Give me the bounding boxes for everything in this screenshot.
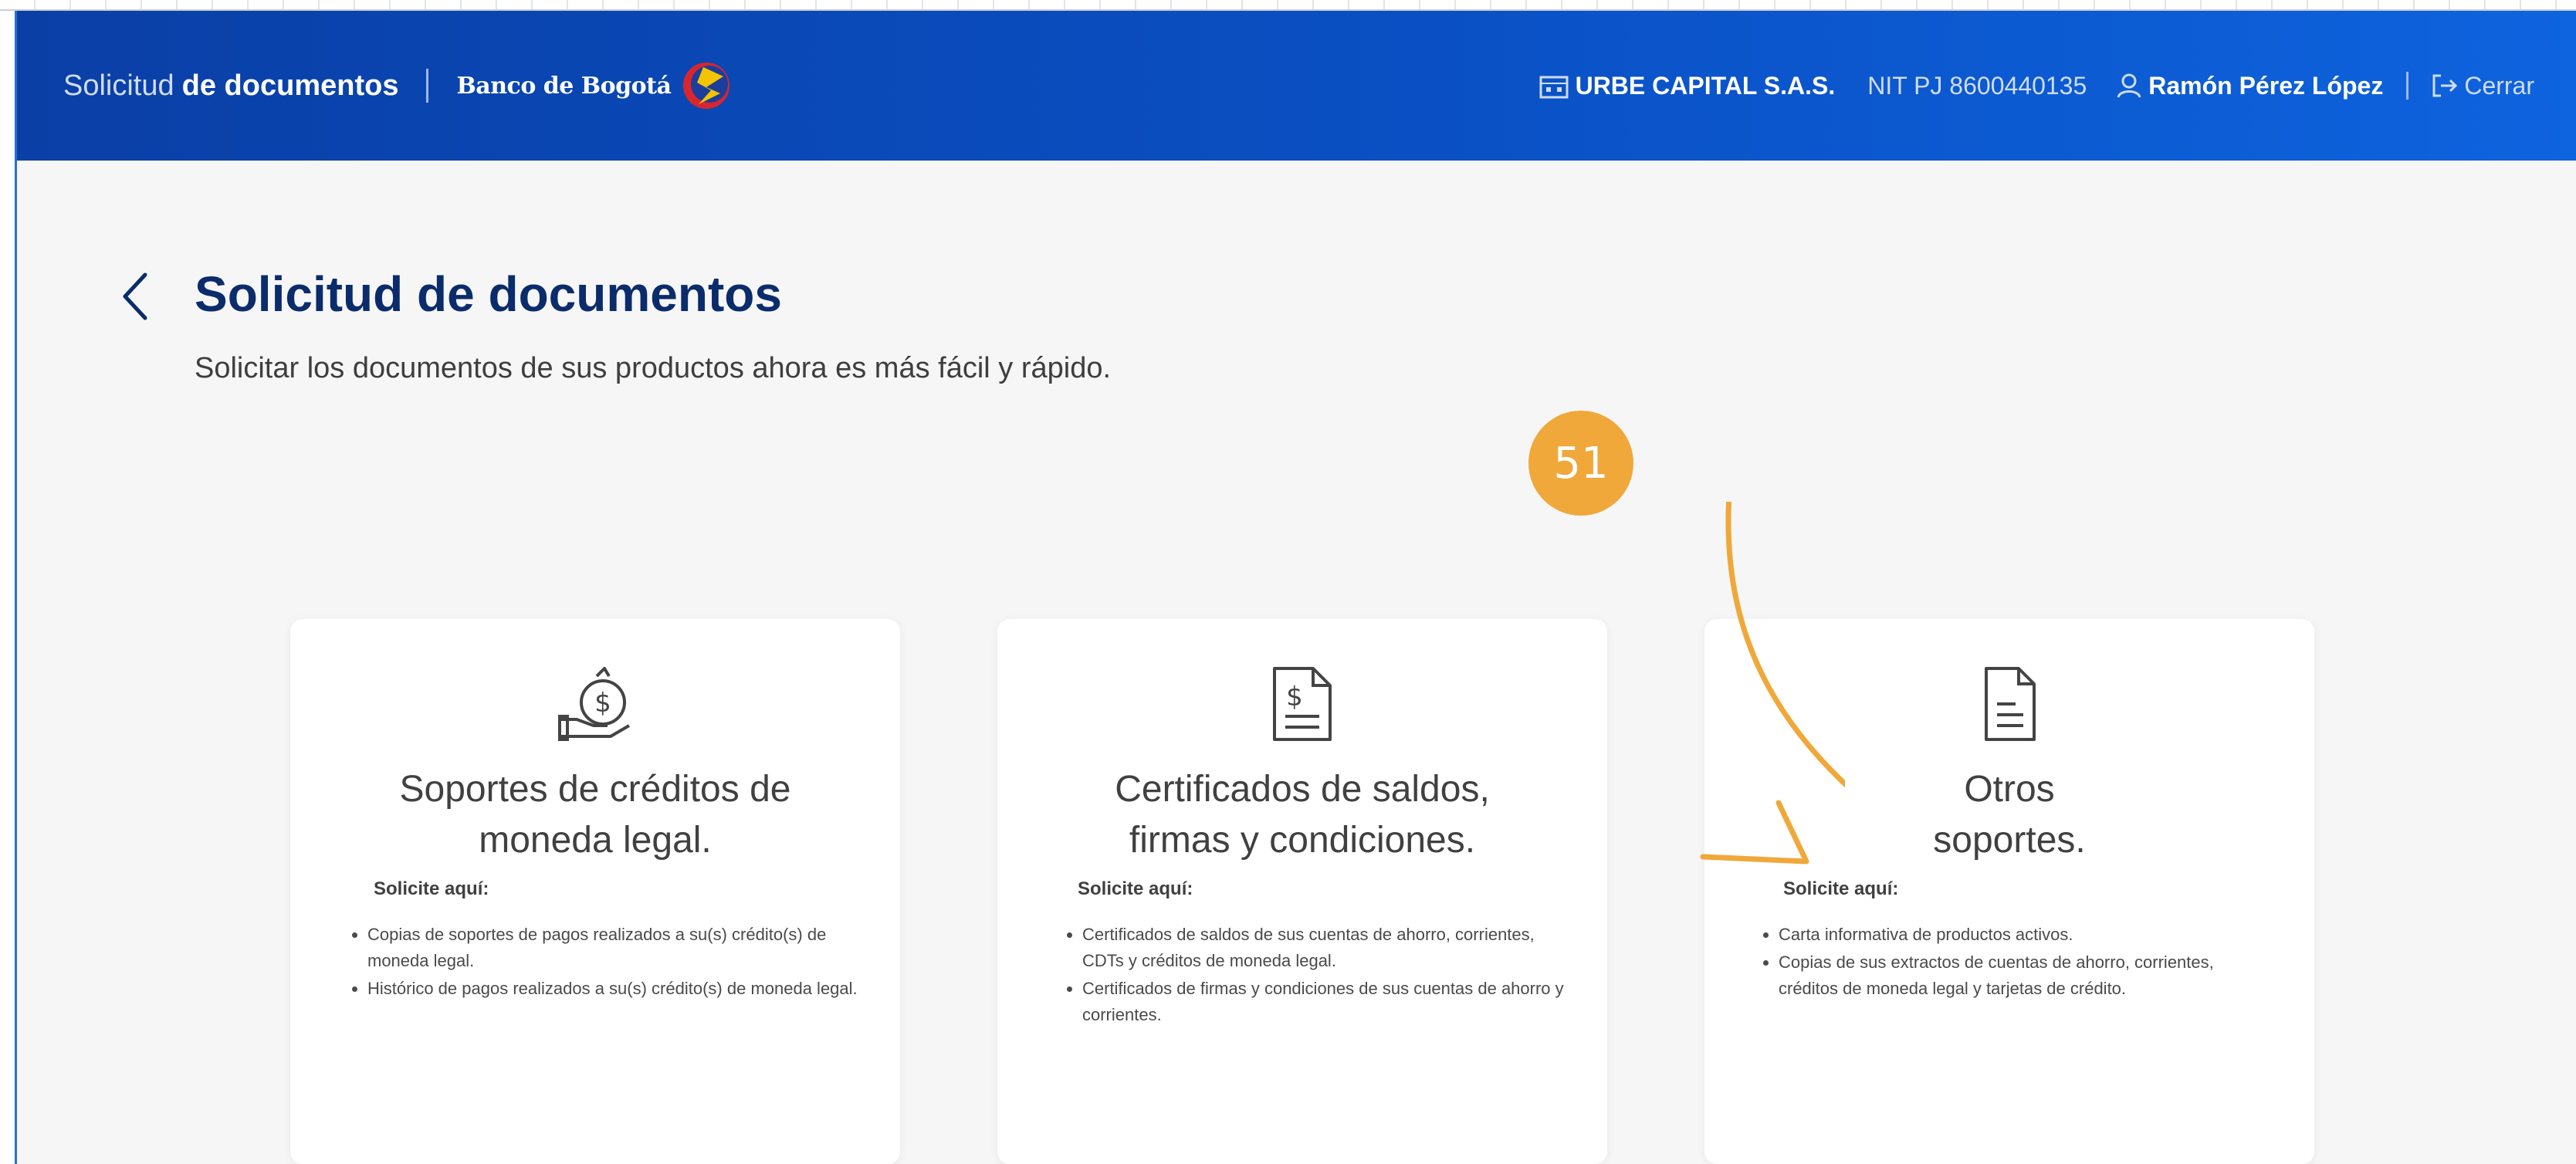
logout-button[interactable]: Cerrar	[2432, 72, 2534, 100]
svg-text:$: $	[594, 688, 611, 719]
user-icon	[2116, 73, 2142, 99]
header-divider	[426, 69, 429, 103]
list-item: Copias de sus extractos de cuentas de ah…	[1779, 949, 2273, 1002]
page-title: Solicitud de documentos	[195, 266, 782, 322]
card-title-line1: Soportes de créditos de	[399, 769, 791, 810]
app-title-bold: de documentos	[181, 69, 399, 102]
back-chevron-icon[interactable]	[117, 269, 154, 324]
logout-icon	[2432, 74, 2458, 97]
document-icon	[1985, 667, 2036, 741]
card-certificates[interactable]: $ Certificados de saldos, firmas y condi…	[997, 619, 1607, 1164]
company-nit: NIT PJ 8600440135	[1867, 71, 2087, 100]
solicite-label: Solicite aquí:	[1783, 878, 1899, 899]
dollar-document-icon: $	[1273, 667, 1332, 741]
money-bag-hand-icon: $	[558, 667, 631, 741]
card-title-line1: Certificados de saldos,	[1115, 769, 1490, 810]
svg-text:$: $	[1286, 682, 1303, 712]
bank-logo-icon	[683, 63, 730, 109]
solicite-label: Solicite aquí:	[374, 878, 489, 899]
user-name[interactable]: Ramón Pérez López	[2148, 72, 2383, 100]
list-item: Certificados de firmas y condiciones de …	[1082, 976, 1576, 1028]
card-title-line2: moneda legal.	[479, 820, 712, 861]
list-item: Certificados de saldos de sus cuentas de…	[1082, 922, 1576, 974]
list-item: Copias de soportes de pagos realizados a…	[367, 922, 861, 974]
header-user-group: URBE CAPITAL S.A.S. NIT PJ 8600440135 Ra…	[1538, 11, 2534, 161]
app-title-light: Solicitud	[63, 69, 174, 102]
list-item: Carta informativa de productos activos.	[1779, 922, 2273, 948]
header-brand-group: Solicitud de documentos Banco de Bogotá	[63, 11, 733, 161]
card-credit-supports[interactable]: $ Soportes de créditos de moneda legal. …	[290, 619, 900, 1164]
header-divider	[2406, 72, 2409, 100]
window-top-border	[0, 0, 2576, 11]
annotation-badge: 51	[1528, 411, 1633, 516]
logout-label: Cerrar	[2464, 71, 2534, 100]
card-title: Soportes de créditos de moneda legal.	[321, 764, 869, 866]
building-icon	[1539, 76, 1569, 99]
card-item-list: Carta informativa de productos activos. …	[1760, 922, 2273, 1003]
company-name: URBE CAPITAL S.A.S.	[1575, 71, 1836, 100]
solicite-label: Solicite aquí:	[1078, 878, 1193, 899]
card-item-list: Certificados de saldos de sus cuentas de…	[1064, 922, 1576, 1030]
card-title-line2: firmas y condiciones.	[1129, 820, 1476, 861]
top-navigation-bar: Solicitud de documentos Banco de Bogotá …	[17, 11, 2576, 161]
bank-name: Banco de Bogotá	[456, 72, 672, 100]
window-left-border	[0, 11, 17, 1164]
list-item: Histórico de pagos realizados a su(s) cr…	[367, 976, 861, 1002]
page-subtitle: Solicitar los documentos de sus producto…	[195, 352, 1112, 384]
card-item-list: Copias de soportes de pagos realizados a…	[349, 922, 861, 1003]
annotation-arrow-icon	[1700, 502, 1845, 865]
card-title: Certificados de saldos, firmas y condici…	[1028, 764, 1576, 866]
